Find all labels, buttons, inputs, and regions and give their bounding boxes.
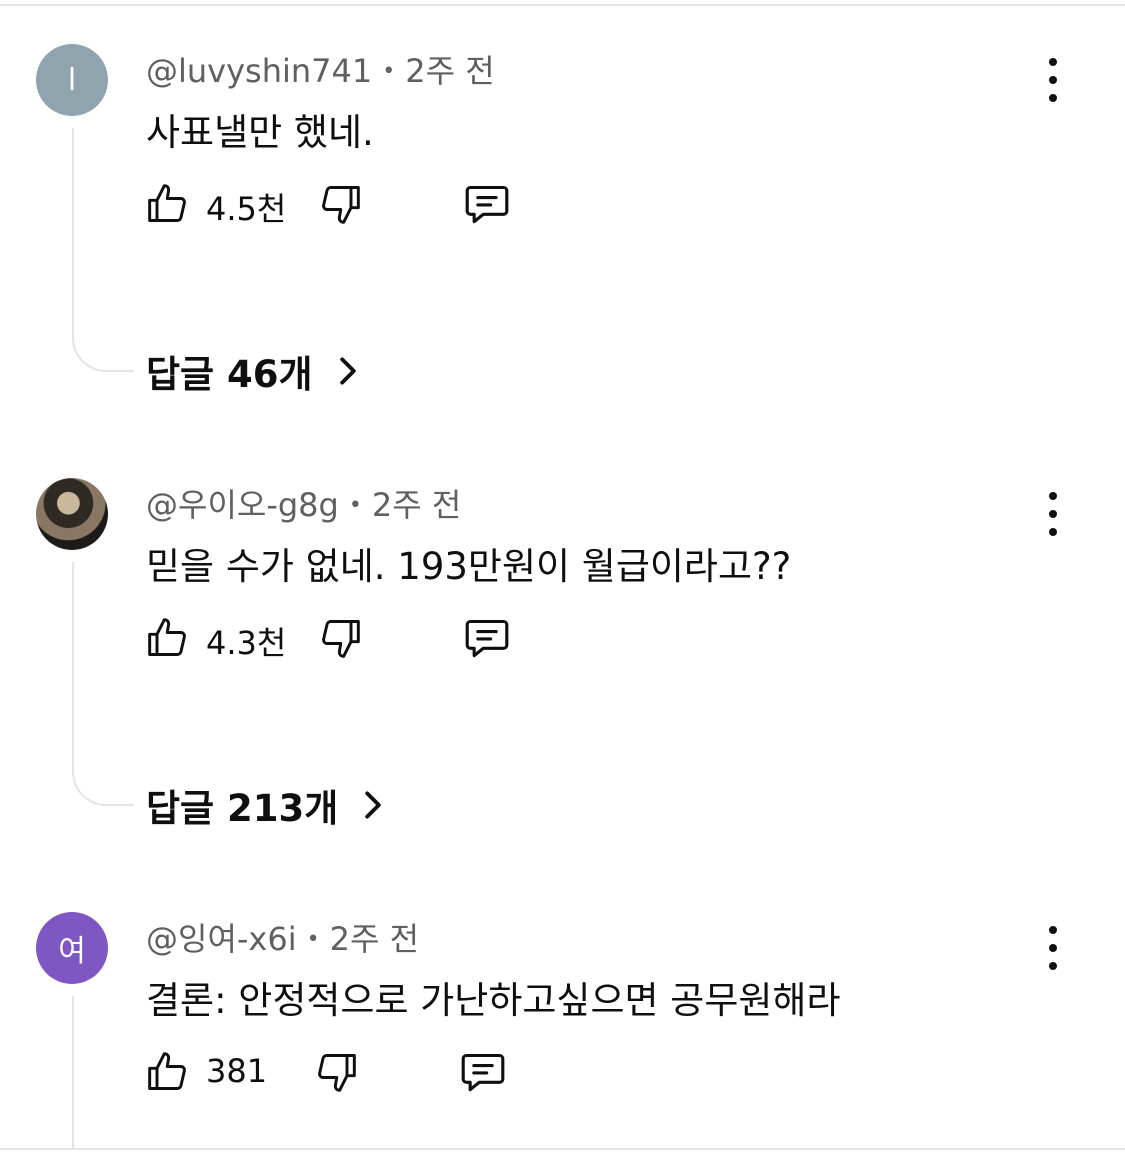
replies-label: 답글 213개 (146, 787, 339, 830)
view-replies-button[interactable]: 답글 46개 (146, 344, 359, 398)
comment-time[interactable]: 2주 전 (405, 52, 494, 90)
thumbs-up-icon[interactable] (146, 1050, 190, 1094)
top-divider (0, 4, 1125, 6)
comment-actions: 381 (146, 1044, 566, 1100)
comment-header: @잉여-x6i • 2주 전 (146, 914, 419, 960)
more-vert-icon[interactable] (1040, 926, 1066, 970)
like-count: 4.5천 (206, 190, 287, 228)
comment-header: @luvyshin741 • 2주 전 (146, 46, 495, 92)
comment-icon[interactable] (462, 616, 512, 660)
separator-dot: • (382, 59, 396, 84)
comment-thread: 여 @잉여-x6i • 2주 전 결론: 안정적으로 가난하고싶으면 공무원해라 3… (0, 912, 1125, 1148)
thumbs-down-icon[interactable] (318, 616, 362, 660)
thumbs-down-icon[interactable] (318, 182, 362, 226)
separator-dot: • (306, 927, 320, 952)
comment-text: 결론: 안정적으로 가난하고싶으면 공무원해라 (146, 979, 841, 1022)
comment-actions: 4.3천 (146, 610, 566, 666)
comment-time[interactable]: 2주 전 (330, 920, 419, 958)
author-handle[interactable]: @잉여-x6i (146, 920, 297, 958)
avatar-letter: l (67, 62, 77, 98)
more-vert-icon[interactable] (1040, 58, 1066, 102)
comment-icon[interactable] (462, 182, 512, 226)
avatar-letter: 여 (58, 934, 86, 969)
more-vert-icon[interactable] (1040, 492, 1066, 536)
thread-connector (72, 996, 74, 1148)
comment-thread: @우이오-g8g • 2주 전 믿을 수가 없네. 193만원이 월급이라고?? 4… (0, 478, 1125, 838)
thumbs-down-icon[interactable] (314, 1050, 358, 1094)
thumbs-up-icon[interactable] (146, 182, 190, 226)
comment-icon[interactable] (458, 1050, 508, 1094)
like-count: 4.3천 (206, 624, 287, 662)
author-handle[interactable]: @luvyshin741 (146, 52, 372, 90)
view-replies-button[interactable]: 답글 213개 (146, 778, 384, 832)
avatar[interactable] (36, 478, 108, 550)
replies-label: 답글 46개 (146, 353, 313, 396)
author-handle[interactable]: @우이오-g8g (146, 486, 339, 524)
comment-text: 사표낼만 했네. (146, 111, 374, 154)
comment-actions: 4.5천 (146, 176, 566, 232)
thread-connector (72, 562, 134, 806)
comment-text: 믿을 수가 없네. 193만원이 월급이라고?? (146, 545, 792, 588)
chevron-right-icon (365, 791, 381, 819)
chevron-right-icon (339, 357, 356, 385)
thumbs-up-icon[interactable] (146, 616, 190, 660)
comment-time[interactable]: 2주 전 (372, 486, 461, 524)
avatar[interactable]: l (36, 44, 108, 116)
separator-dot: • (348, 493, 362, 518)
like-count: 381 (206, 1052, 268, 1090)
avatar[interactable]: 여 (36, 912, 108, 984)
bottom-divider (0, 1148, 1125, 1150)
comment-header: @우이오-g8g • 2주 전 (146, 480, 461, 526)
thread-connector (72, 128, 134, 372)
comment-thread: l @luvyshin741 • 2주 전 사표낼만 했네. 4.5천 답글 46개 (0, 44, 1125, 404)
